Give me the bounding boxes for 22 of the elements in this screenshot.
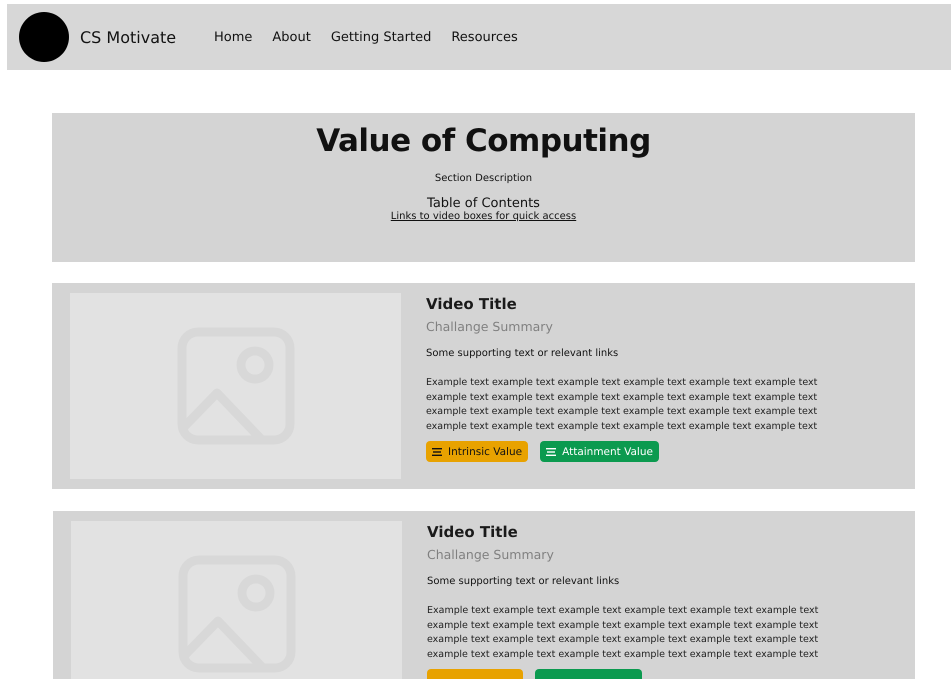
lines-icon bbox=[546, 448, 556, 456]
example-paragraph: Example text example text example text example text example text example text example text example text example text example text example text example text example text example text example text example text example text example text example text example text example text example text example text example text bbox=[427, 604, 820, 662]
value-tag[interactable]: Intrinsic Value bbox=[426, 441, 528, 462]
challenge-summary: Challange Summary bbox=[427, 547, 555, 562]
toc-link[interactable]: Links to video boxes for quick access bbox=[390, 211, 576, 222]
page-title: Value of Computing bbox=[316, 123, 651, 159]
example-paragraph: Example text example text example text example text example text example text example text example text example text example text example text example text example text example text example text example text example text example text example text example text example text example text example text example text bbox=[426, 376, 818, 434]
section-description: Section Description bbox=[434, 173, 532, 184]
video-title: Video Title bbox=[427, 523, 519, 541]
video-title: Video Title bbox=[426, 295, 518, 313]
challenge-summary: Challange Summary bbox=[426, 319, 554, 334]
nav-link[interactable]: Getting Started bbox=[330, 30, 432, 44]
logo-circle[interactable] bbox=[19, 12, 69, 62]
nav-link[interactable]: Resources bbox=[451, 30, 518, 44]
value-tag[interactable]: Attainment Value bbox=[540, 441, 659, 462]
lines-icon bbox=[432, 448, 442, 456]
nav-link[interactable]: Home bbox=[214, 30, 252, 44]
supporting-text: Some supporting text or relevant links bbox=[426, 348, 620, 359]
brand-name: CS Motivate bbox=[80, 28, 178, 46]
nav-link[interactable]: About bbox=[272, 30, 311, 44]
supporting-text: Some supporting text or relevant links bbox=[427, 576, 620, 587]
toc-heading: Table of Contents bbox=[427, 196, 540, 211]
